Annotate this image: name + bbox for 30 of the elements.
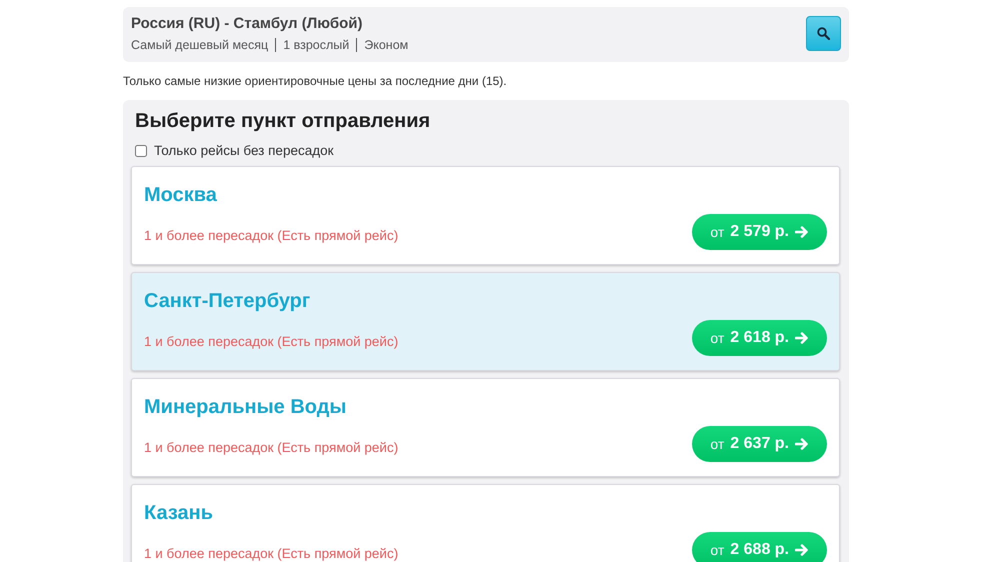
city-name: Казань: [144, 502, 214, 525]
search-detail: 1 взрослый: [275, 38, 356, 52]
search-icon: [817, 27, 830, 40]
arrow-right-icon: [795, 544, 809, 556]
price-button[interactable]: от 2 579 р.: [692, 214, 827, 250]
city-name: Минеральные Воды: [144, 396, 348, 419]
city-name: Москва: [144, 184, 218, 207]
price-button[interactable]: от 2 688 р.: [692, 532, 827, 562]
stops-info: 1 и более пересадок (Есть прямой рейс): [144, 228, 398, 242]
panel-title: Выберите пункт отправления: [135, 110, 432, 133]
direct-only-checkbox[interactable]: [135, 144, 147, 156]
price-note: Только самые низкие ориентировочные цены за последние дни (15).: [123, 74, 508, 88]
price-button[interactable]: от 2 637 р.: [692, 426, 827, 462]
checkbox-label: Только рейсы без пересадок: [154, 143, 334, 158]
search-detail: Эконом: [356, 38, 416, 52]
search-detail: Самый дешевый месяц: [131, 38, 270, 52]
destination-card[interactable]: Москва 1 и более пересадок (Есть прямой рейс) от 2 579 р.: [131, 166, 840, 265]
destination-card[interactable]: Минеральные Воды 1 и более пересадок (Есть прямой рейс) от 2 637 р.: [131, 378, 840, 477]
price-button[interactable]: от 2 618 р.: [692, 320, 827, 356]
destination-card[interactable]: Санкт-Петербург 1 и более пересадок (Есть прямой рейс) от 2 618 р.: [131, 272, 840, 371]
stops-info: 1 и более пересадок (Есть прямой рейс): [144, 546, 398, 560]
route-title: Россия (RU) - Стамбул (Любой): [131, 15, 364, 32]
city-name: Санкт-Петербург: [144, 290, 312, 313]
arrow-right-icon: [795, 438, 809, 450]
arrow-right-icon: [795, 226, 809, 238]
arrow-right-icon: [795, 332, 809, 344]
search-button[interactable]: [806, 16, 841, 51]
destination-card[interactable]: Казань 1 и более пересадок (Есть прямой рейс) от 2 688 р.: [131, 484, 840, 562]
stops-info: 1 и более пересадок (Есть прямой рейс): [144, 440, 398, 454]
stops-info: 1 и более пересадок (Есть прямой рейс): [144, 334, 398, 348]
